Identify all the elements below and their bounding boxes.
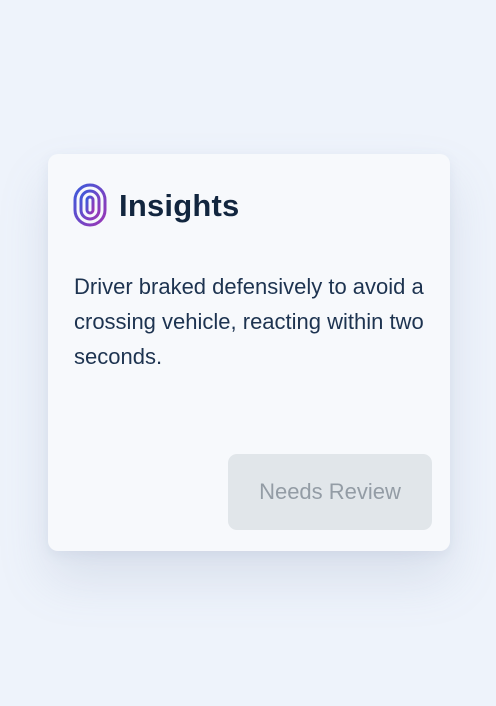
fingerprint-icon	[73, 183, 107, 227]
insights-card: Insights Driver braked defensively to av…	[48, 154, 450, 551]
page-background: { "card": { "icon": "fingerprint-icon", …	[0, 0, 496, 706]
card-header: Insights	[73, 183, 239, 227]
insight-description: Driver braked defensively to avoid a cro…	[74, 274, 424, 369]
needs-review-button[interactable]: Needs Review	[228, 454, 432, 530]
card-title: Insights	[119, 187, 240, 223]
